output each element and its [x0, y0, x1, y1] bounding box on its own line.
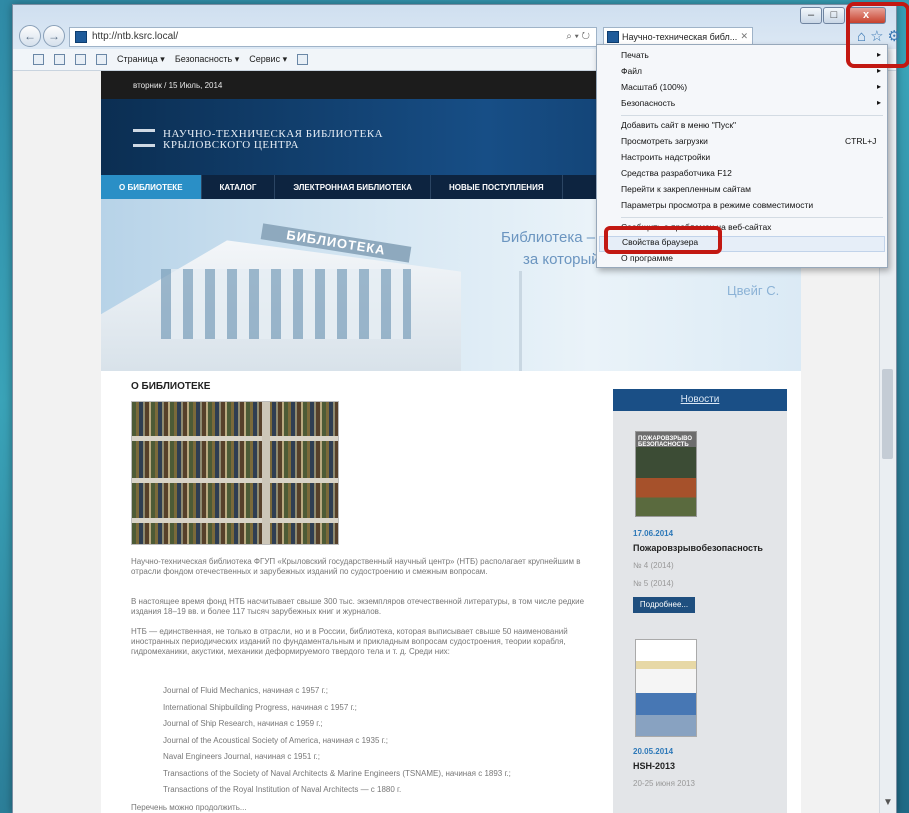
- menu-item-zoom[interactable]: Масштаб (100%) ▸: [621, 82, 881, 96]
- paragraph-2: В настоящее время фонд НТБ насчитывает с…: [131, 597, 585, 616]
- quote-line1: Библиотека –: [501, 229, 596, 246]
- menu-item-dev-tools[interactable]: Средства разработчика F12: [621, 168, 732, 182]
- more-button[interactable]: Подробнее...: [633, 597, 695, 613]
- paragraph-3: НТБ — единственная, не только в отрасли,…: [131, 627, 568, 656]
- menu-item-compatibility[interactable]: Параметры просмотра в режиме совместимос…: [621, 200, 813, 214]
- menu-item-pinned-sites[interactable]: Перейти к закрепленным сайтам: [621, 184, 751, 198]
- shortcut-label: CTRL+J: [845, 136, 877, 146]
- menu-item-about[interactable]: О программе: [621, 253, 673, 267]
- library-logo-icon[interactable]: [133, 129, 155, 147]
- scroll-thumb[interactable]: [882, 369, 893, 459]
- news-title[interactable]: Пожаровзрывобезопасность: [633, 543, 763, 553]
- tab-close-icon[interactable]: ✕: [740, 31, 748, 42]
- hero-quote: Библиотека – за который: [501, 227, 600, 271]
- menu-separator: [621, 115, 883, 116]
- paragraph-1: Научно-техническая библиотека ФГУП «Крыл…: [131, 557, 581, 576]
- magazine-cover-title: ПОЖАРОВЗРЫВО БЕЗОПАСНОСТЬ: [638, 436, 692, 448]
- nav-new-arrivals[interactable]: НОВЫЕ ПОСТУПЛЕНИЯ: [431, 175, 563, 199]
- list-item: Transactions of the Society of Naval Arc…: [163, 768, 511, 778]
- list-item: Naval Engineers Journal, начиная с 1951 …: [163, 752, 320, 761]
- main-content: О БИБЛИОТЕКЕ Научно-техническая библиоте…: [101, 371, 801, 813]
- submenu-arrow-icon: ▸: [877, 98, 882, 107]
- news-header[interactable]: Новости: [613, 389, 787, 411]
- menu-item-addons[interactable]: Настроить надстройки: [621, 152, 710, 166]
- internet-options-highlight-box: [604, 226, 722, 254]
- bookshelf-photo: [131, 401, 339, 545]
- quote-author: Цвейг С.: [727, 283, 780, 298]
- feeds-icon[interactable]: [54, 54, 65, 65]
- menu-item-label: Масштаб (100%): [621, 82, 688, 92]
- search-refresh-icon[interactable]: ⌕ ▾ ↻: [566, 31, 590, 42]
- magazine-cover-image[interactable]: ПОЖАРОВЗРЫВО БЕЗОПАСНОСТЬ: [635, 431, 697, 517]
- forward-button[interactable]: →: [43, 25, 65, 47]
- list-item: Transactions of the Royal Institution of…: [163, 785, 402, 794]
- nav-about[interactable]: О БИБЛИОТЕКЕ: [101, 175, 202, 199]
- shelf: [132, 436, 338, 441]
- nav-catalog[interactable]: КАТАЛОГ: [202, 175, 276, 199]
- site-logo[interactable]: НАУЧНО-ТЕХНИЧЕСКАЯ БИБЛИОТЕКА КРЫЛОВСКОГ…: [163, 129, 383, 151]
- shelf-divider: [262, 402, 270, 544]
- address-url: http://ntb.ksrc.local/: [92, 31, 179, 42]
- home-cmd-icon[interactable]: [33, 54, 44, 65]
- scroll-down-icon[interactable]: ▼: [883, 797, 893, 808]
- address-bar[interactable]: http://ntb.ksrc.local/ ⌕ ▾ ↻: [69, 27, 597, 47]
- conference-cover-image[interactable]: [635, 639, 697, 737]
- menu-item-file[interactable]: Файл ▸: [621, 66, 881, 80]
- shelf: [132, 478, 338, 483]
- building-windows: [161, 269, 411, 339]
- list-item: Journal of Fluid Mechanics, начиная с 19…: [163, 686, 328, 695]
- list-item: International Shipbuilding Progress, нач…: [163, 702, 357, 712]
- news-issue: № 4 (2014): [633, 561, 674, 570]
- submenu-arrow-icon: ▸: [877, 82, 882, 91]
- shelf: [132, 518, 338, 523]
- menu-item-add-to-start[interactable]: Добавить сайт в меню "Пуск": [621, 120, 736, 134]
- list-item: Journal of the Acoustical Society of Ame…: [163, 735, 389, 745]
- menu-item-print[interactable]: Печать ▸: [621, 50, 881, 64]
- news-sidebar: Новости ПОЖАРОВЗРЫВО БЕЗОПАСНОСТЬ 17.06.…: [613, 389, 787, 813]
- menu-item-label: Файл: [621, 66, 642, 76]
- maximize-button[interactable]: □: [823, 7, 845, 24]
- logo-line2: КРЫЛОВСКОГО ЦЕНТРА: [163, 139, 299, 151]
- menu-item-label: Безопасность: [621, 98, 676, 108]
- menu-item-label: Просмотреть загрузки: [621, 136, 708, 146]
- tab-favicon-icon: [607, 31, 619, 43]
- menu-separator: [621, 217, 883, 218]
- lamp-post: [519, 271, 522, 371]
- news-issue: № 5 (2014): [633, 579, 674, 588]
- close-highlight-box: [846, 2, 909, 68]
- list-item: Journal of Ship Research, начиная с 1959…: [163, 719, 323, 728]
- back-button[interactable]: ←: [19, 25, 41, 47]
- news-date: 20.05.2014: [633, 747, 674, 756]
- menu-item-downloads[interactable]: Просмотреть загрузки CTRL+J: [621, 136, 876, 150]
- print-icon[interactable]: [96, 54, 107, 65]
- tab-title: Научно-техническая библ...: [622, 32, 738, 42]
- section-title: О БИБЛИОТЕКЕ: [131, 381, 211, 392]
- quote-line2: за который: [523, 251, 600, 268]
- paragraph-4: Перечень можно продолжить...: [131, 803, 247, 812]
- journal-list: Journal of Fluid Mechanics, начиная с 19…: [163, 683, 511, 799]
- menu-item-security[interactable]: Безопасность ▸: [621, 98, 881, 112]
- title-bar: – □ x ← → http://ntb.ksrc.local/ ⌕ ▾ ↻ Н…: [13, 5, 901, 49]
- site-favicon-icon: [75, 31, 87, 43]
- mail-icon[interactable]: [75, 54, 86, 65]
- news-title[interactable]: HSH-2013: [633, 761, 675, 771]
- nav-e-library[interactable]: ЭЛЕКТРОННАЯ БИБЛИОТЕКА: [275, 175, 432, 199]
- help-icon[interactable]: [297, 54, 309, 65]
- page-menu[interactable]: Страница ▾: [117, 54, 165, 70]
- safety-menu[interactable]: Безопасность ▾: [175, 54, 239, 70]
- minimize-button[interactable]: –: [800, 7, 822, 24]
- menu-item-label: Печать: [621, 50, 649, 60]
- service-menu[interactable]: Сервис ▾: [249, 54, 287, 70]
- news-date: 17.06.2014: [633, 529, 674, 538]
- news-subtitle: 20-25 июня 2013: [633, 779, 695, 788]
